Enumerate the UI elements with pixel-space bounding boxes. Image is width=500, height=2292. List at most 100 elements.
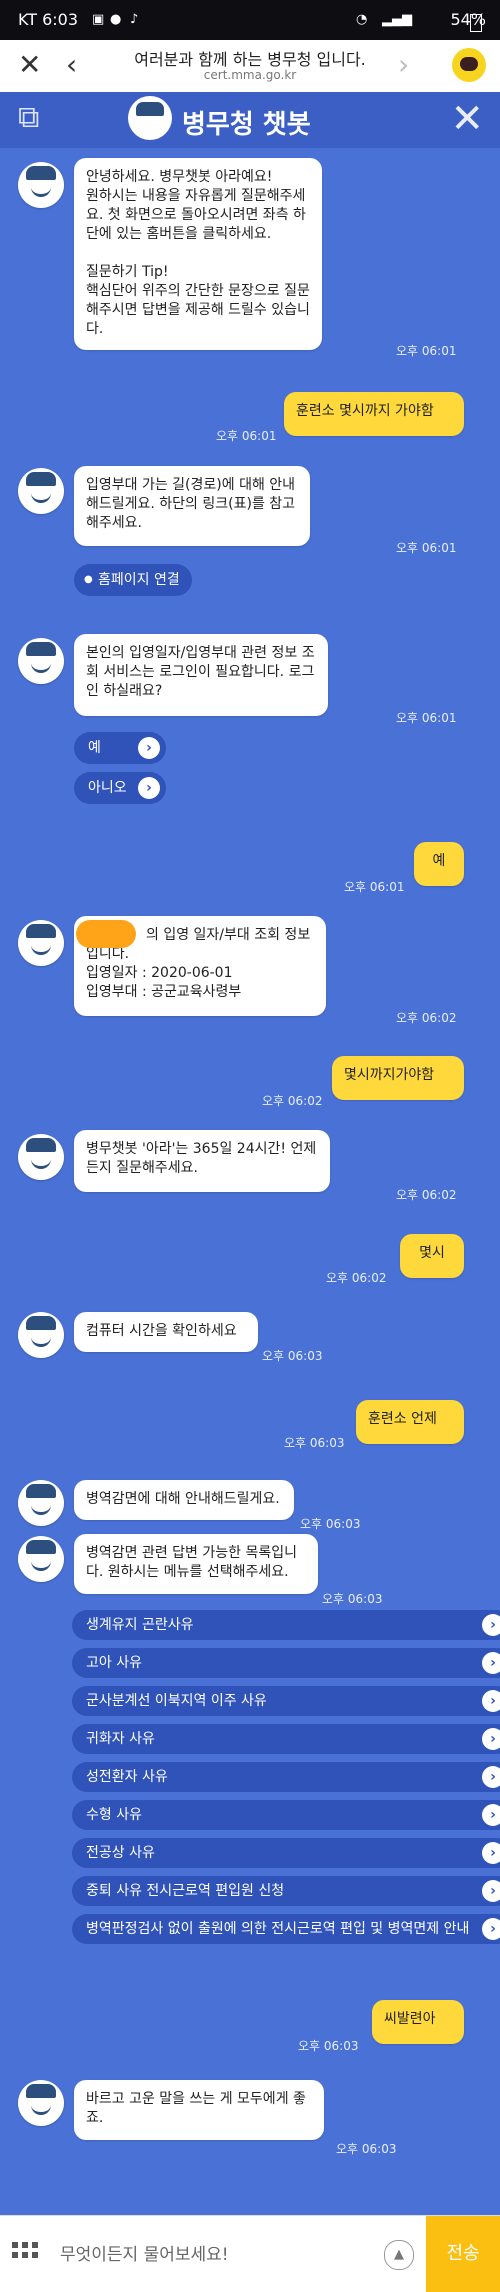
yes-label: 예 bbox=[88, 740, 101, 756]
chevron-right-icon: › bbox=[482, 1652, 500, 1674]
message-time: 오후 06:02 bbox=[396, 1188, 457, 1202]
no-button[interactable]: 아니오 › bbox=[74, 772, 166, 804]
user-message: 훈련소 몇시까지 가야함 bbox=[284, 392, 464, 436]
bot-avatar bbox=[18, 1312, 64, 1358]
message-time: 오후 06:03 bbox=[300, 1517, 361, 1531]
close-icon[interactable]: ✕ bbox=[18, 48, 41, 81]
menu-grid-icon[interactable] bbox=[12, 2242, 38, 2266]
menu-item[interactable]: 군사분계선 이북지역 이주 사유 › bbox=[72, 1686, 500, 1716]
message-time: 오후 06:03 bbox=[322, 1592, 383, 1606]
menu-item-label: 군사분계선 이북지역 이주 사유 bbox=[86, 1693, 267, 1709]
user-message: 몇시까지가야함 bbox=[332, 1056, 464, 1100]
send-button[interactable]: 전송 bbox=[426, 2216, 500, 2292]
message-time: 오후 06:03 bbox=[284, 1436, 345, 1450]
battery-icon bbox=[470, 14, 482, 32]
message-time: 오후 06:01 bbox=[396, 541, 457, 555]
browser-bar: ✕ ‹ 여러분과 함께 하는 병무청 입니다. cert.mma.go.kr › bbox=[0, 40, 500, 93]
menu-item-label: 생계유지 곤란사유 bbox=[86, 1617, 194, 1633]
browser-title: 여러분과 함께 하는 병무청 입니다. bbox=[134, 50, 366, 69]
no-label: 아니오 bbox=[88, 780, 127, 796]
bot-avatar bbox=[18, 162, 64, 208]
input-bar: ▲ 전송 bbox=[0, 2215, 500, 2292]
menu-item[interactable]: 전공상 사유 › bbox=[72, 1838, 500, 1868]
user-message: 예 bbox=[414, 842, 464, 886]
chatbot-logo bbox=[128, 96, 172, 140]
gallery-icon: ▣ bbox=[92, 12, 105, 27]
music-icon: ♪ bbox=[130, 12, 139, 27]
chatbot-header: ⧉ 병무청 챗봇 ✕ bbox=[0, 92, 500, 148]
menu-item[interactable]: 생계유지 곤란사유 › bbox=[72, 1610, 500, 1640]
bot-avatar bbox=[18, 1134, 64, 1180]
bot-avatar bbox=[18, 1480, 64, 1526]
message-icon: ● bbox=[110, 12, 122, 27]
homepage-link-label: 홈페이지 연결 bbox=[98, 572, 180, 588]
homepage-link-button[interactable]: ● 홈페이지 연결 bbox=[74, 564, 192, 596]
message-input[interactable] bbox=[58, 2238, 382, 2272]
menu-item[interactable]: 성전환자 사유 › bbox=[72, 1762, 500, 1792]
bot-message: 병역감면 관련 답변 가능한 목록입니다. 원하시는 메뉴를 선택해주세요. bbox=[74, 1534, 318, 1594]
chevron-right-icon: › bbox=[482, 1918, 500, 1940]
message-time: 오후 06:02 bbox=[326, 1271, 387, 1285]
chevron-right-icon: › bbox=[482, 1804, 500, 1826]
bot-message: 병역감면에 대해 안내해드릴게요. bbox=[74, 1480, 294, 1520]
chevron-right-icon: › bbox=[482, 1842, 500, 1864]
menu-item-label: 귀화자 사유 bbox=[86, 1731, 155, 1747]
menu-item-label: 병역판정검사 없이 출원에 의한 전시근로역 편입 및 병역면제 안내 bbox=[86, 1921, 470, 1937]
yes-button[interactable]: 예 › bbox=[74, 732, 166, 764]
bot-avatar bbox=[18, 468, 64, 514]
chevron-right-icon: › bbox=[482, 1728, 500, 1750]
menu-item[interactable]: 중퇴 사유 전시근로역 편입원 신청 › bbox=[72, 1876, 500, 1906]
bot-message: 본인의 입영일자/입영부대 관련 정보 조회 서비스는 로그인이 필요합니다. … bbox=[74, 634, 328, 716]
chevron-right-icon: › bbox=[482, 1690, 500, 1712]
bot-message: 입영부대 가는 길(경로)에 대해 안내해드릴게요. 하단의 링크(표)를 참고… bbox=[74, 466, 310, 546]
bot-message: 바르고 고운 말을 쓰는 게 모두에게 좋죠. bbox=[74, 2080, 324, 2140]
forward-icon[interactable]: › bbox=[398, 48, 409, 81]
message-time: 오후 06:01 bbox=[344, 880, 405, 894]
wifi-icon: ◔ bbox=[356, 12, 368, 27]
message-time: 오후 06:03 bbox=[262, 1349, 323, 1363]
redacted-name bbox=[76, 920, 136, 948]
chevron-right-icon: › bbox=[482, 1766, 500, 1788]
chevron-right-icon: › bbox=[138, 777, 160, 799]
user-message: 몇시 bbox=[400, 1234, 464, 1278]
bot-avatar bbox=[18, 2080, 64, 2126]
user-message: 훈련소 언제 bbox=[356, 1400, 464, 1444]
close-icon[interactable]: ✕ bbox=[450, 96, 484, 142]
bullet-icon: ● bbox=[84, 574, 93, 585]
back-icon[interactable]: ‹ bbox=[66, 48, 77, 81]
status-bar: KT 6:03 ▣ ● ♪ ◔ ▂▄▆ 54% bbox=[0, 0, 500, 40]
chevron-right-icon: › bbox=[482, 1880, 500, 1902]
chevron-right-icon: › bbox=[138, 737, 160, 759]
bot-avatar bbox=[18, 920, 64, 966]
bot-message: 컴퓨터 시간을 확인하세요 bbox=[74, 1312, 258, 1352]
menu-item[interactable]: 고아 사유 › bbox=[72, 1648, 500, 1678]
message-time: 오후 06:03 bbox=[298, 2039, 359, 2053]
bot-message: 병무챗봇 '아라'는 365일 24시간! 언제든지 질문해주세요. bbox=[74, 1130, 330, 1192]
page-title: 병무청 챗봇 bbox=[182, 110, 311, 140]
message-time: 오후 06:03 bbox=[336, 2142, 397, 2156]
message-time: 오후 06:02 bbox=[396, 1011, 457, 1025]
menu-item-label: 고아 사유 bbox=[86, 1655, 142, 1671]
menu-item[interactable]: 병역판정검사 없이 출원에 의한 전시근로역 편입 및 병역면제 안내 › bbox=[72, 1914, 500, 1944]
menu-item-label: 중퇴 사유 전시근로역 편입원 신청 bbox=[86, 1883, 285, 1899]
message-time: 오후 06:01 bbox=[396, 711, 457, 725]
signal-icon: ▂▄▆ bbox=[382, 12, 412, 27]
menu-item-label: 성전환자 사유 bbox=[86, 1769, 168, 1785]
message-time: 오후 06:02 bbox=[262, 1094, 323, 1108]
user-message: 씨발련아 bbox=[372, 2000, 464, 2044]
scroll-up-icon[interactable]: ▲ bbox=[384, 2240, 414, 2270]
bot-avatar bbox=[18, 638, 64, 684]
kakao-icon[interactable] bbox=[452, 48, 486, 82]
menu-item-label: 전공상 사유 bbox=[86, 1845, 155, 1861]
message-time: 오후 06:01 bbox=[396, 344, 457, 358]
message-time: 오후 06:01 bbox=[216, 429, 277, 443]
bot-avatar bbox=[18, 1536, 64, 1582]
open-external-icon[interactable]: ⧉ bbox=[18, 100, 39, 135]
browser-url: cert.mma.go.kr bbox=[203, 68, 297, 82]
chevron-right-icon: › bbox=[482, 1614, 500, 1636]
menu-item-label: 수형 사유 bbox=[86, 1807, 142, 1823]
status-time: KT 6:03 bbox=[18, 10, 79, 29]
menu-item[interactable]: 귀화자 사유 › bbox=[72, 1724, 500, 1754]
menu-item[interactable]: 수형 사유 › bbox=[72, 1800, 500, 1830]
bot-message: 안녕하세요. 병무챗봇 아라예요! 원하시는 내용을 자유롭게 질문해주세요. … bbox=[74, 158, 322, 350]
